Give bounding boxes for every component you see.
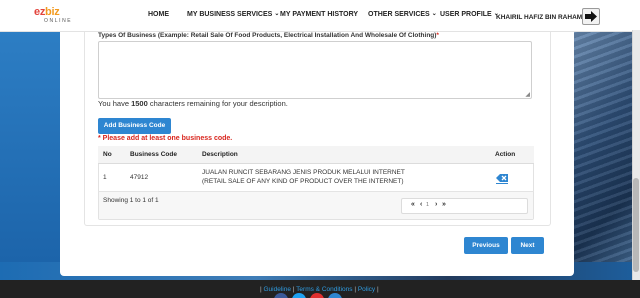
pagination-prev-button[interactable]: ‹ [420,201,422,208]
pagination-next-button[interactable]: › [435,201,437,208]
business-types-label: Types Of Business (Example: Retail Sale … [98,32,439,39]
column-header-business-code: Business Code [130,151,177,158]
footer-links: | Guideline | Terms & Conditions | Polic… [260,286,379,293]
ezbiz-logo[interactable]: ezbiz ONLINE [34,7,74,26]
row-business-code: 47912 [130,174,149,181]
pagination-first-button[interactable]: « [411,201,415,208]
nav-other-services[interactable]: OTHER SERVICES ⌄ [368,11,437,18]
validation-warning: * Please add at least one business code. [98,135,233,142]
nav-home[interactable]: HOME [148,11,169,18]
row-description-line1: JUALAN RUNCIT SEBARANG JENIS PRODUK MELA… [202,169,405,176]
row-no: 1 [103,174,107,181]
scrollbar-thumb[interactable] [633,178,639,272]
add-business-code-button[interactable]: Add Business Code [98,118,171,134]
business-description-textarea[interactable]: ◢ [98,41,532,99]
chevron-down-icon: ⌄ [431,11,437,17]
user-name: KHAIRIL HAFIZ BIN RAHAMAT [496,14,591,21]
logout-arrow-icon [585,11,597,22]
nav-user-profile[interactable]: USER PROFILE ⌄ [440,11,499,18]
characters-remaining-text: You have 1500 characters remaining for y… [98,99,288,108]
footer-link-guideline[interactable]: Guideline [264,286,291,293]
column-header-description: Description [202,151,238,158]
nav-my-payment-history[interactable]: MY PAYMENT HISTORY [280,11,358,18]
resize-handle-icon[interactable]: ◢ [525,91,530,98]
eraser-icon[interactable] [495,173,509,184]
footer-link-terms[interactable]: Terms & Conditions [296,286,352,293]
background-building-image [574,30,640,280]
footer-link-policy[interactable]: Policy [358,286,375,293]
nav-my-business-services[interactable]: MY BUSINESS SERVICES ⌄ [187,11,279,18]
previous-button[interactable]: Previous [464,237,508,254]
column-header-action: Action [495,151,516,158]
row-description-line2: (RETAIL SALE OF ANY KIND OF PRODUCT OVER… [202,178,404,185]
next-button[interactable]: Next [511,237,544,254]
table-showing-info: Showing 1 to 1 of 1 [103,197,159,204]
pagination-page-number[interactable]: 1 [426,202,429,208]
background-panel-left [0,30,60,280]
column-header-no: No [103,151,112,158]
top-navbar: ezbiz ONLINE HOME MY BUSINESS SERVICES ⌄ … [0,0,640,32]
chevron-down-icon: ⌄ [274,11,280,17]
logout-button[interactable] [582,8,600,25]
pagination-last-button[interactable]: » [442,201,446,208]
